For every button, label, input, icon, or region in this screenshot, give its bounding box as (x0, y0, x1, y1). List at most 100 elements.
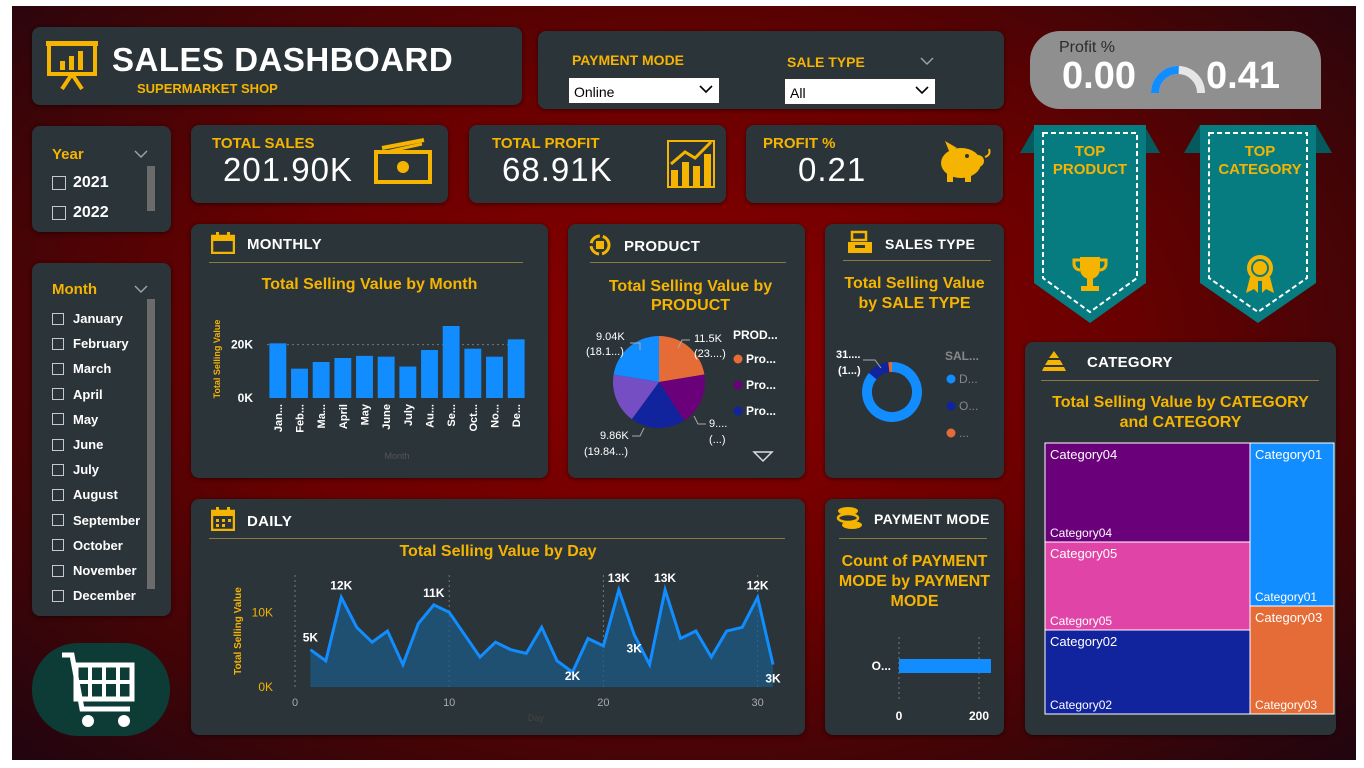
legend-marker (946, 401, 956, 411)
category-treemap[interactable]: Category04 Category04 Category01 Category01… (1025, 438, 1336, 728)
divider (839, 538, 987, 539)
bar-september (442, 326, 460, 398)
chart-title-line-1: Total Selling Value by (608, 278, 773, 295)
data-label: 9.86K (600, 430, 629, 442)
year-option-2021[interactable]: 2021 (52, 174, 109, 192)
checkbox[interactable] (52, 413, 64, 426)
checkbox[interactable] (52, 312, 64, 325)
checkbox[interactable] (52, 589, 64, 602)
divider (1041, 380, 1319, 381)
calendar-icon (210, 232, 236, 259)
payment-mode-bar-chart[interactable]: 0 200 O... (825, 619, 1004, 729)
legend-marker (946, 374, 956, 384)
x-tick-label: June (381, 404, 393, 430)
legend-item: Pro... (746, 352, 776, 366)
scrollbar[interactable] (147, 299, 155, 589)
month-option-july[interactable]: July (52, 462, 99, 477)
bar-growth-icon (667, 140, 715, 193)
donut-slice (868, 362, 890, 380)
chart-title-line-2: PRODUCT (650, 297, 731, 314)
month-slicer: Month January February March April May June Ju… (32, 263, 171, 616)
coins-icon (836, 505, 864, 536)
legend-scroll-down-icon (752, 451, 774, 463)
product-pie-chart[interactable]: 9.04K (18.1...) 11.5K (23....) 9.... (...) 9.8… (568, 320, 805, 470)
payment-mode-chart-card: PAYMENT MODE Count of PAYMENT MODE by PA… (825, 499, 1004, 735)
checkbox[interactable] (52, 337, 64, 350)
daily-chart-card: DAILY Total Selling Value by Day 0 10 20 30… (191, 499, 805, 735)
month-option-september[interactable]: September (52, 513, 140, 528)
month-option-april[interactable]: April (52, 387, 103, 402)
kpi-total-sales-card: TOTAL SALES 201.90K (191, 125, 448, 203)
month-option-october[interactable]: October (52, 538, 123, 553)
cart-button[interactable] (32, 643, 170, 736)
month-option-august[interactable]: August (52, 487, 118, 502)
chart-title: Total Selling Value by Day (399, 543, 597, 560)
legend-item: ... (959, 426, 969, 440)
month-option-november[interactable]: November (52, 563, 137, 578)
x-tick-label: Feb... (295, 404, 307, 433)
tile-label: Category05 (1050, 614, 1112, 628)
section-header: CATEGORY (1087, 354, 1173, 371)
y-tick-label: 10K (252, 605, 273, 619)
checkbox[interactable] (52, 438, 64, 451)
bar-january (269, 343, 287, 398)
chart-title-line-1: Count of PAYMENT (841, 553, 988, 570)
treemap-tile-category01 (1249, 442, 1335, 607)
top-category-badge[interactable]: TOP CATEGORY (1184, 125, 1332, 325)
data-label: 5K (303, 631, 319, 645)
checkbox[interactable] (52, 176, 66, 190)
bar-march (312, 362, 330, 398)
month-option-january[interactable]: January (52, 311, 123, 326)
year-slicer: Year 2021 2022 (32, 126, 171, 232)
checkbox[interactable] (52, 564, 64, 577)
chevron-down-icon[interactable] (920, 53, 934, 71)
month-option-march[interactable]: March (52, 361, 111, 376)
divider (590, 262, 786, 263)
month-option-may[interactable]: May (52, 412, 98, 427)
monthly-bar-chart[interactable]: 20K 0K Total Selling Value Jan... Feb... Ma..… (191, 304, 548, 474)
badge-line-2: PRODUCT (1052, 161, 1128, 178)
daily-area-chart[interactable]: 0 10 20 30 10K 0K Total Selling Value Day 5K 12K 1… (191, 563, 805, 733)
scrollbar[interactable] (147, 166, 155, 211)
tile-label: Category01 (1255, 447, 1322, 462)
sale-type-value: All (790, 85, 806, 101)
piggy-bank-icon (935, 137, 993, 188)
top-product-badge[interactable]: TOP PRODUCT (1020, 125, 1160, 325)
dashboard-canvas: SALES DASHBOARD SUPERMARKET SHOP PAYMENT… (12, 6, 1356, 760)
legend-item: D... (959, 372, 978, 386)
data-label: (19.84...) (584, 446, 628, 458)
x-tick-label: No... (490, 404, 502, 428)
data-label: 13K (608, 571, 630, 585)
kpi-label: PROFIT % (763, 135, 836, 152)
payment-mode-dropdown[interactable]: Online (568, 77, 720, 104)
checkbox[interactable] (52, 514, 64, 527)
data-label: 3K (627, 642, 643, 656)
shopping-cart-icon (60, 651, 140, 736)
chevron-down-icon[interactable] (134, 146, 148, 164)
legend-marker (733, 406, 743, 416)
month-option-december[interactable]: December (52, 588, 136, 603)
chevron-down-icon[interactable] (134, 281, 148, 299)
month-option-june[interactable]: June (52, 437, 103, 452)
y-axis-label: Total Selling Value (233, 587, 244, 675)
chart-title-line-1: Total Selling Value by CATEGORY (1052, 394, 1309, 411)
badge-line-2: CATEGORY (1218, 161, 1302, 178)
checkbox[interactable] (52, 362, 64, 375)
checkbox[interactable] (52, 206, 66, 220)
sales-type-donut-chart[interactable]: 31.... (1...) SAL... D... O...... (825, 320, 1004, 470)
sale-type-dropdown[interactable]: All (784, 78, 936, 105)
checkbox[interactable] (52, 488, 64, 501)
pyramid-icon (1041, 350, 1067, 377)
checkbox[interactable] (52, 539, 64, 552)
data-label: 13K (654, 571, 676, 585)
badge-line-1: TOP (1244, 143, 1276, 160)
checkbox[interactable] (52, 388, 64, 401)
section-header: MONTHLY (247, 236, 322, 253)
x-tick-label: Ma... (316, 404, 328, 428)
x-tick-label: 20 (597, 697, 609, 709)
data-label: 9.... (709, 418, 727, 430)
month-option-february[interactable]: February (52, 336, 129, 351)
data-label: (18.1...) (586, 346, 624, 358)
checkbox[interactable] (52, 463, 64, 476)
year-option-2022[interactable]: 2022 (52, 204, 109, 222)
